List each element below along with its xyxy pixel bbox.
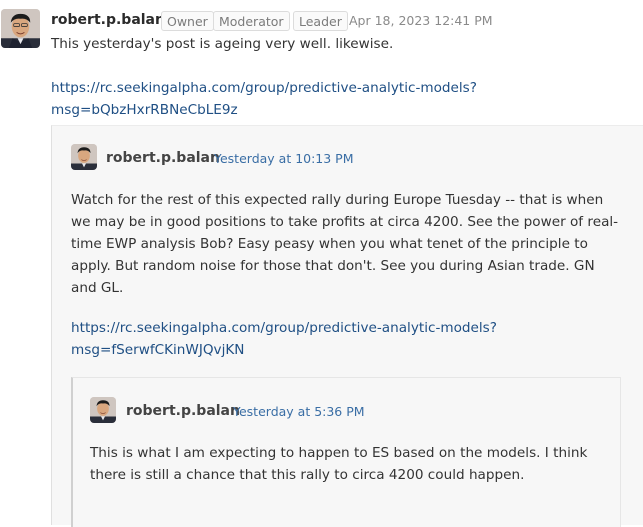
quote-body-line: apply. But random noise for those that d…	[71, 258, 595, 274]
quote-body-line: time EWP analysis Bob? Easy peasy when y…	[71, 236, 588, 252]
nested-quote-body-line: there is still a chance that this rally …	[90, 467, 525, 483]
post-link[interactable]: https://rc.seekingalpha.com/group/predic…	[51, 77, 477, 121]
nested-quote-body: This is what I am expecting to happen to…	[90, 442, 615, 486]
nested-quote-author[interactable]: robert.p.balan	[126, 403, 240, 419]
quote-link-line2[interactable]: msg=fSerwfCKinWJQvjKN	[71, 342, 244, 358]
post-body: This yesterday's post is ageing very wel…	[51, 36, 394, 52]
nested-quote-timestamp[interactable]: Yesterday at 5:36 PM	[233, 404, 365, 419]
user-avatar-photo-icon	[1, 9, 40, 48]
quote-author[interactable]: robert.p.balan	[106, 150, 220, 166]
post-timestamp[interactable]: Apr 18, 2023 12:41 PM	[349, 13, 493, 28]
quote-link[interactable]: https://rc.seekingalpha.com/group/predic…	[71, 317, 497, 361]
quote-body-line: Watch for the rest of this expected rall…	[71, 192, 604, 208]
user-avatar-photo-icon	[71, 144, 97, 170]
quote-link-line1[interactable]: https://rc.seekingalpha.com/group/predic…	[71, 320, 497, 336]
user-avatar-photo-icon	[90, 397, 116, 423]
nested-quote-body-line: This is what I am expecting to happen to…	[90, 445, 588, 461]
badge-owner: Owner	[161, 11, 214, 31]
quote-body-line: and GL.	[71, 280, 124, 296]
post-author[interactable]: robert.p.balan	[51, 12, 165, 28]
post-link-line1[interactable]: https://rc.seekingalpha.com/group/predic…	[51, 80, 477, 96]
badge-leader: Leader	[293, 11, 348, 31]
badge-moderator: Moderator	[213, 11, 290, 31]
quote-body-line: we may be in good positions to take prof…	[71, 214, 619, 230]
post-link-line2[interactable]: msg=bQbzHxrRBNeCbLE9z	[51, 102, 238, 118]
avatar[interactable]	[1, 9, 40, 48]
nested-quote-avatar[interactable]	[90, 397, 116, 423]
quote-avatar[interactable]	[71, 144, 97, 170]
quote-body: Watch for the rest of this expected rall…	[71, 189, 631, 299]
quote-timestamp[interactable]: Yesterday at 10:13 PM	[214, 151, 354, 166]
